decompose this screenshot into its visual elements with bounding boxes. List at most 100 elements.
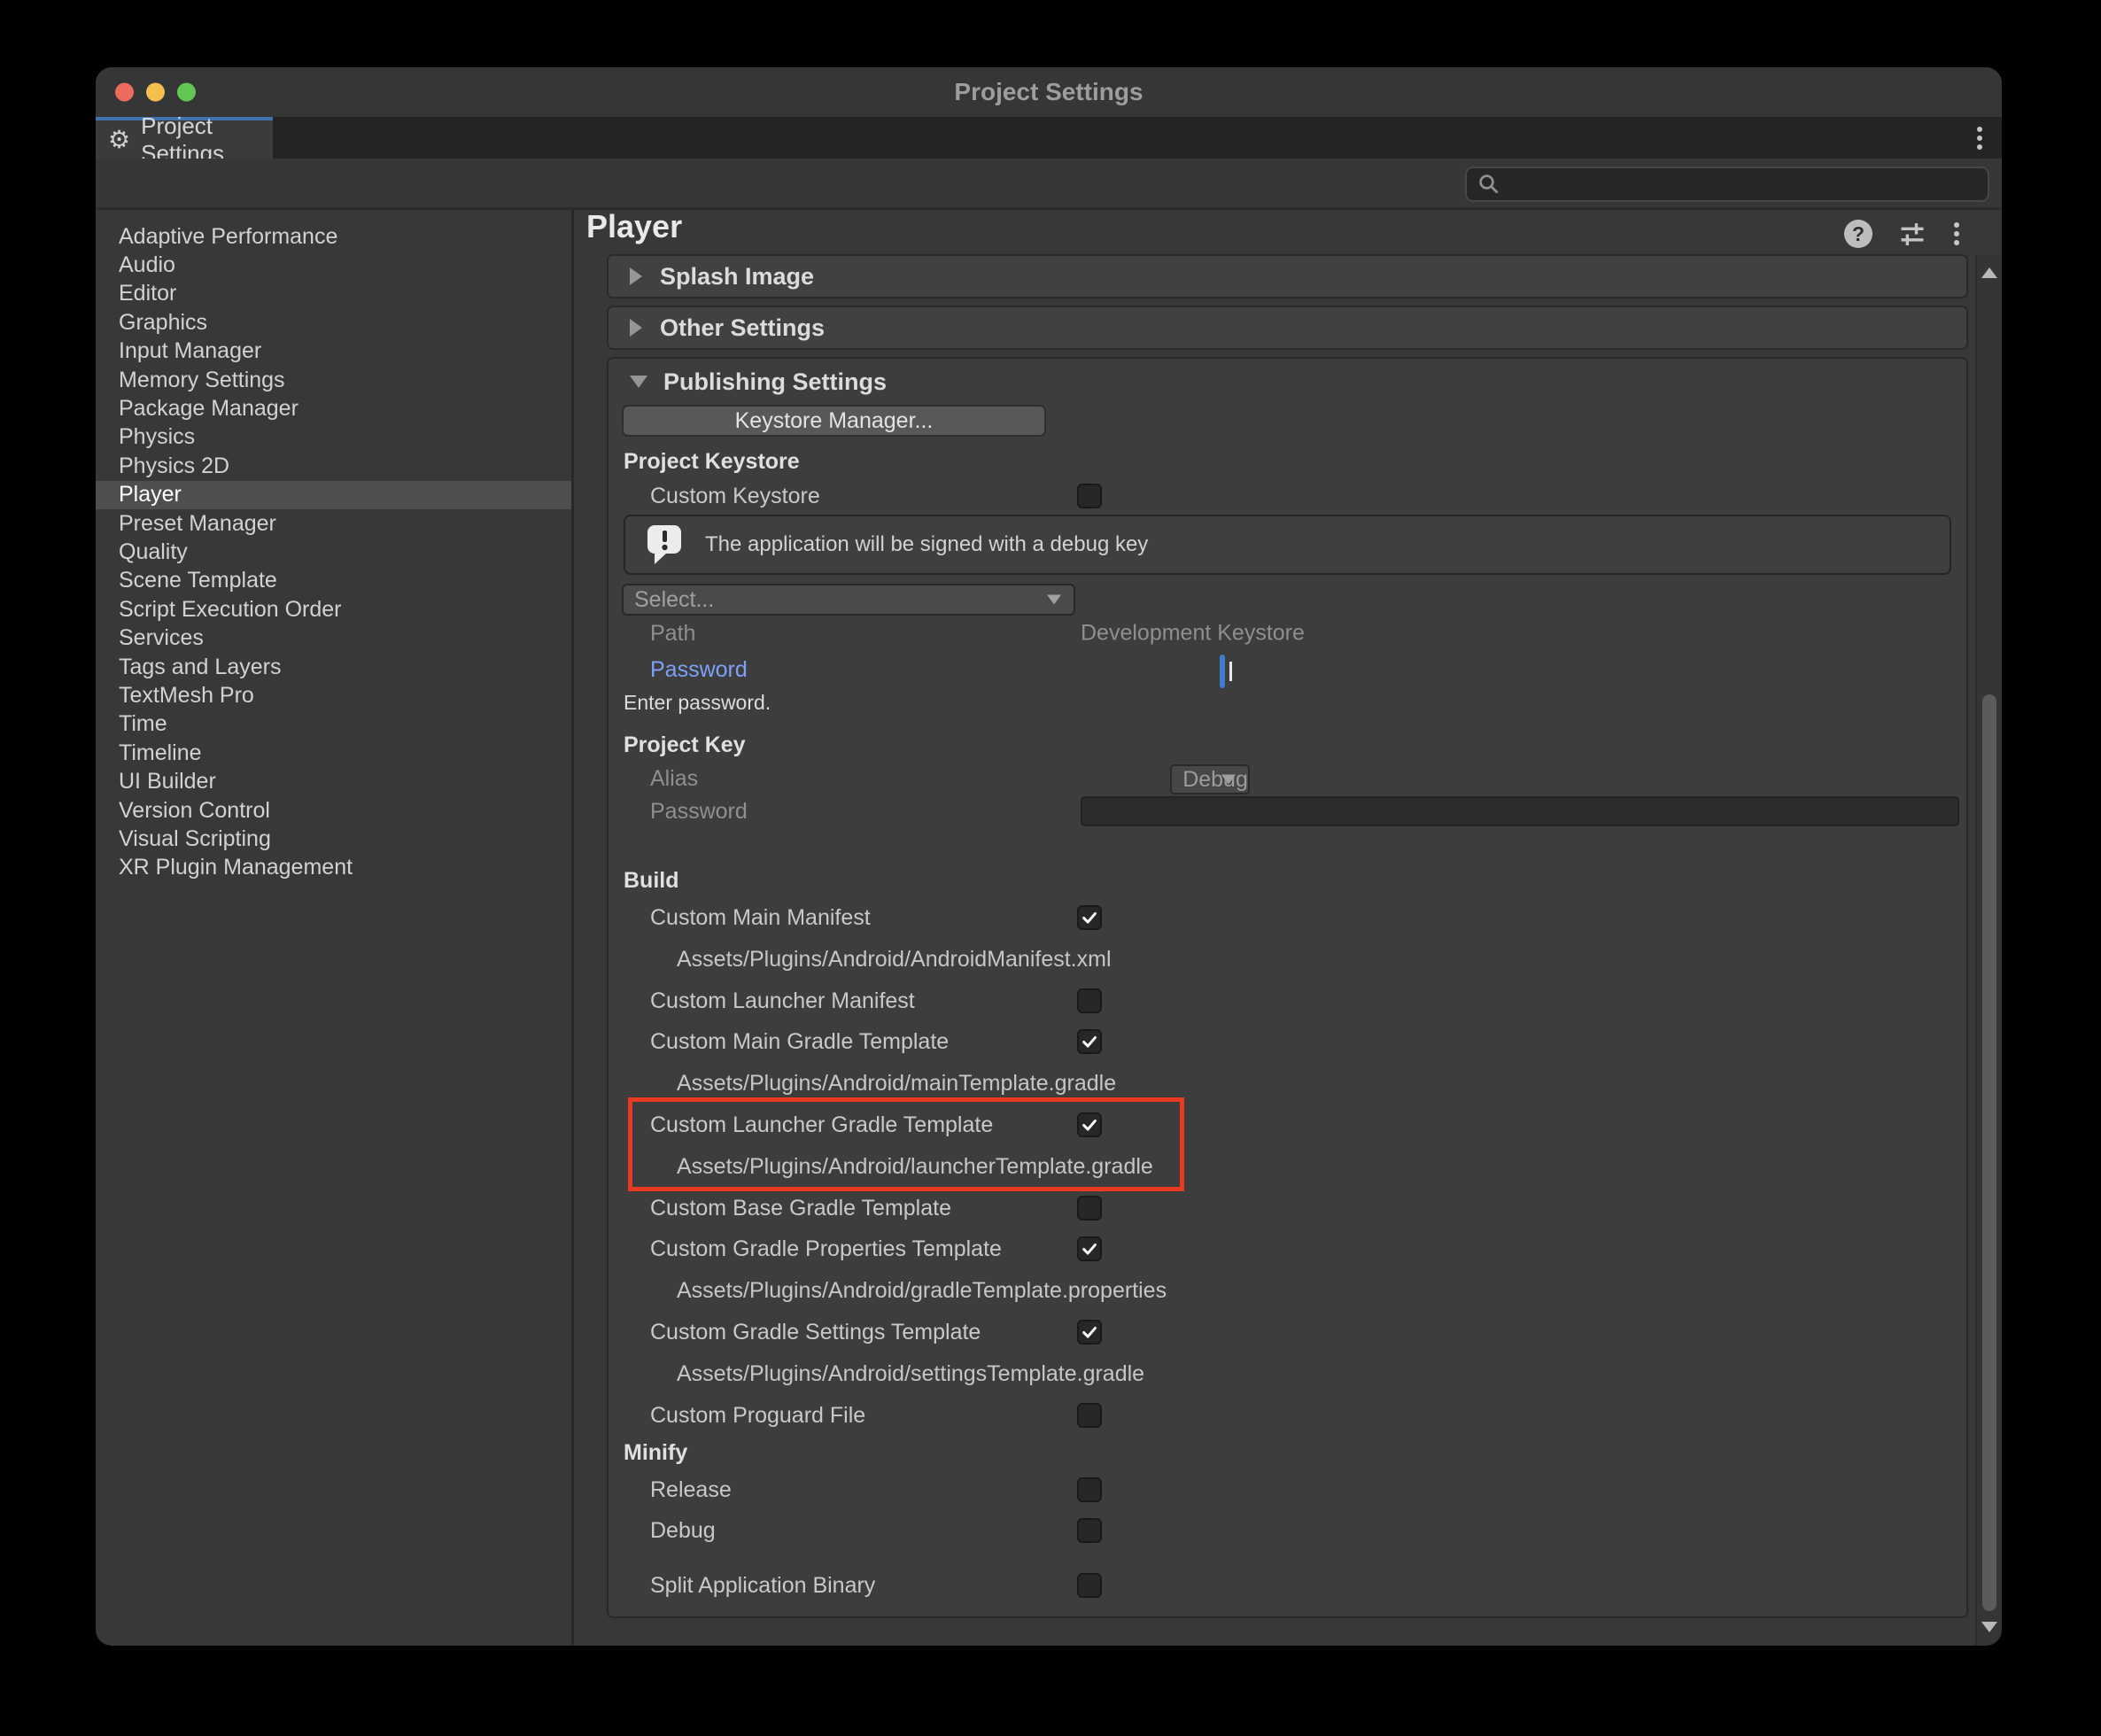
custom-gradle-properties-template-checkbox[interactable] [1077,1236,1102,1261]
search-box[interactable] [1465,167,1989,202]
info-exclamation-icon [645,523,684,566]
sidebar-item-scene-template[interactable]: Scene Template [96,567,571,595]
checkmark-icon [1080,908,1099,927]
help-icon[interactable]: ? [1844,220,1872,248]
sidebar-item-audio[interactable]: Audio [96,251,571,279]
setting-row: Custom Main Manifest [609,897,1966,938]
section-splash-image[interactable]: Splash Image [607,254,1968,298]
section-other-settings[interactable]: Other Settings [607,306,1968,350]
custom-keystore-row: Custom Keystore [609,479,1966,513]
sidebar-item-input-manager[interactable]: Input Manager [96,337,571,366]
custom-main-manifest-checkbox[interactable] [1077,905,1102,930]
setting-row: Custom Launcher Manifest [609,980,1966,1021]
section-publishing-settings: Publishing Settings Keystore Manager... … [607,357,1968,1618]
presets-sliders-icon[interactable] [1897,219,1927,249]
chevron-down-icon [1047,595,1061,605]
custom-main-gradle-template-checkbox[interactable] [1077,1029,1102,1054]
scrollbar-thumb[interactable] [1982,694,1996,1611]
keystore-password-input[interactable] [1220,655,1225,688]
custom-gradle-settings-template-checkbox[interactable] [1077,1320,1102,1345]
setting-label: Custom Main Gradle Template [650,1029,949,1055]
sidebar-item-quality[interactable]: Quality [96,538,571,566]
sidebar-item-timeline[interactable]: Timeline [96,739,571,767]
sidebar-item-package-manager[interactable]: Package Manager [96,394,571,422]
release-checkbox[interactable] [1077,1477,1102,1502]
keystore-select-dropdown[interactable]: Select... [622,584,1075,616]
template-path: Assets/Plugins/Android/settingsTemplate.… [609,1352,1966,1395]
foldout-collapsed-icon [630,319,642,337]
tabstrip-kebab-menu-icon[interactable] [1973,123,1986,153]
content: Adaptive PerformanceAudioEditorGraphicsI… [96,210,2002,1646]
sidebar-item-preset-manager[interactable]: Preset Manager [96,509,571,538]
keystore-password-label: Password [609,657,748,683]
custom-proguard-file-checkbox[interactable] [1077,1403,1102,1428]
setting-label: Custom Proguard File [650,1403,865,1429]
setting-label: Custom Launcher Gradle Template [650,1112,993,1138]
keystore-manager-button[interactable]: Keystore Manager... [622,405,1046,437]
split-application-binary-checkbox[interactable] [1077,1573,1102,1598]
gear-icon: ⚙ [108,128,130,152]
sidebar-item-xr-plugin-management[interactable]: XR Plugin Management [96,854,571,882]
foldout-collapsed-icon [630,267,642,285]
checkmark-icon [1080,1239,1099,1259]
template-path: Assets/Plugins/Android/AndroidManifest.x… [609,938,1966,980]
publishing-settings-header[interactable]: Publishing Settings [609,359,1966,405]
path-label: Path [609,621,695,647]
setting-label: Custom Gradle Settings Template [650,1320,981,1345]
sidebar-item-services[interactable]: Services [96,624,571,652]
sidebar-item-memory-settings[interactable]: Memory Settings [96,366,571,394]
checkmark-icon [1080,1115,1099,1135]
debug-checkbox[interactable] [1077,1518,1102,1543]
sidebar-item-ui-builder[interactable]: UI Builder [96,767,571,795]
setting-label: Debug [650,1518,716,1544]
section-label: Publishing Settings [663,368,887,396]
alias-label: Alias [609,766,698,792]
scrollbar-up-arrow-icon[interactable] [1977,260,2002,286]
sidebar-item-adaptive-performance[interactable]: Adaptive Performance [96,222,571,251]
tab-project-settings[interactable]: ⚙ Project Settings [96,117,273,159]
custom-base-gradle-template-checkbox[interactable] [1077,1196,1102,1221]
sidebar-item-version-control[interactable]: Version Control [96,796,571,825]
sidebar-item-visual-scripting[interactable]: Visual Scripting [96,825,571,853]
foldout-expanded-icon [630,376,647,388]
project-settings-window: Project Settings ⚙ Project Settings Adap… [96,67,2002,1646]
build-rows: Custom Main ManifestAssets/Plugins/Andro… [609,897,1966,1436]
tab-strip: ⚙ Project Settings [96,117,2002,159]
template-path: Assets/Plugins/Android/launcherTemplate.… [609,1145,1966,1188]
sidebar-item-graphics[interactable]: Graphics [96,308,571,337]
project-keystore-label: Project Keystore [609,449,800,475]
search-input[interactable] [1502,172,1963,197]
custom-launcher-manifest-checkbox[interactable] [1077,988,1102,1013]
sidebar-item-time[interactable]: Time [96,710,571,739]
sidebar-item-physics-2d[interactable]: Physics 2D [96,452,571,480]
warning-text: The application will be signed with a de… [705,532,1148,557]
sidebar-item-player[interactable]: Player [96,481,571,509]
player-kebab-menu-icon[interactable] [1952,221,1961,247]
window-title: Project Settings [96,67,2002,117]
setting-row: Custom Main Gradle Template [609,1021,1966,1062]
custom-launcher-gradle-template-checkbox[interactable] [1077,1112,1102,1137]
split-row: Split Application Binary [609,1565,1966,1606]
sidebar-item-editor[interactable]: Editor [96,280,571,308]
key-password-label: Password [609,799,748,825]
vertical-scrollbar[interactable] [1975,254,2002,1646]
search-icon [1476,171,1502,198]
text-caret [1229,662,1232,681]
alias-dropdown[interactable]: Debug [1170,764,1250,794]
key-password-input[interactable] [1081,796,1959,826]
setting-row: Debug [609,1510,1966,1551]
custom-keystore-checkbox[interactable] [1077,484,1102,508]
highlighted-setting-group: Custom Launcher Gradle Template Assets/Pl… [609,1104,1966,1188]
section-label: Other Settings [660,314,825,342]
project-key-label: Project Key [609,732,746,758]
scrollbar-down-arrow-icon[interactable] [1977,1614,2002,1640]
sidebar-item-physics[interactable]: Physics [96,423,571,452]
chevron-down-icon [1221,775,1236,785]
sidebar-item-tags-and-layers[interactable]: Tags and Layers [96,653,571,681]
build-label: Build [609,868,679,894]
sidebar-item-textmesh-pro[interactable]: TextMesh Pro [96,681,571,709]
password-hint: Enter password. [609,691,771,715]
template-path: Assets/Plugins/Android/gradleTemplate.pr… [609,1269,1966,1312]
setting-label: Custom Base Gradle Template [650,1196,951,1221]
sidebar-item-script-execution-order[interactable]: Script Execution Order [96,595,571,624]
